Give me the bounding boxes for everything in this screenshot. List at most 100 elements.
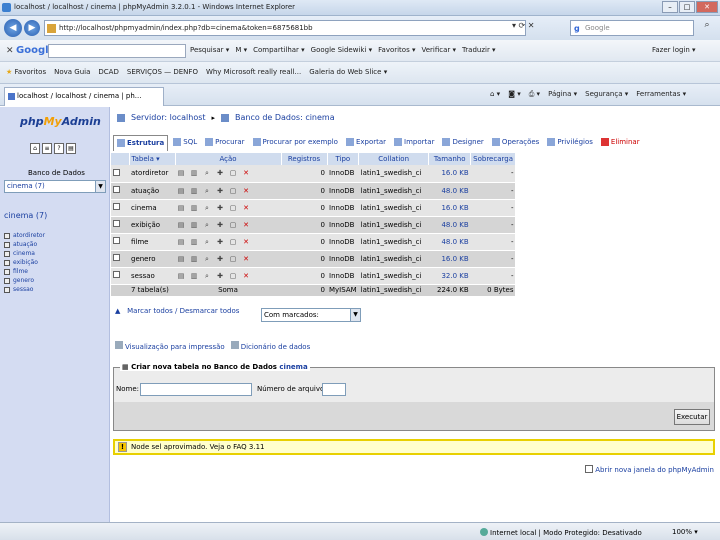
sidebar-item-genero[interactable]: genero xyxy=(4,276,45,285)
browse-icon[interactable]: ▤ xyxy=(177,255,185,263)
row-checkbox[interactable] xyxy=(113,271,120,278)
sql-icon[interactable]: ≡ xyxy=(42,143,52,154)
insert-icon[interactable]: ✚ xyxy=(216,169,224,177)
home-icon[interactable]: ⌂ ▾ xyxy=(490,90,500,99)
home-icon[interactable]: ⌂ xyxy=(30,143,40,154)
tab-sql[interactable]: SQL xyxy=(170,135,200,151)
db-select[interactable]: cinema (7) ▼ xyxy=(4,180,106,193)
sidebar-item-cinema[interactable]: cinema xyxy=(4,249,45,258)
sidebar-item-filme[interactable]: filme xyxy=(4,267,45,276)
row-size[interactable]: 16.0 KB xyxy=(428,250,471,268)
print-view-link[interactable]: Visualização para impressão xyxy=(115,341,225,351)
sidebar-item-sessao[interactable]: sessao xyxy=(4,285,45,294)
row-size[interactable]: 48.0 KB xyxy=(428,216,471,234)
header-tabela[interactable]: Tabela ▾ xyxy=(129,153,176,165)
search-icon[interactable]: ⌕ xyxy=(203,204,211,212)
search-icon[interactable]: ⌕ xyxy=(203,169,211,177)
new-window-link[interactable]: Abrir nova janela do phpMyAdmin xyxy=(585,465,714,474)
drop-icon[interactable]: ✕ xyxy=(242,187,250,195)
empty-icon[interactable]: ▢ xyxy=(229,255,237,263)
sidebar-item-exibicao[interactable]: exibição xyxy=(4,258,45,267)
breadcrumb-database[interactable]: Banco de Dados: cinema xyxy=(235,113,335,122)
back-button[interactable]: ◀ xyxy=(4,19,22,37)
drop-icon[interactable]: ✕ xyxy=(242,255,250,263)
insert-icon[interactable]: ✚ xyxy=(216,187,224,195)
insert-icon[interactable]: ✚ xyxy=(216,221,224,229)
row-table-name[interactable]: exibição xyxy=(129,216,175,234)
forward-button[interactable]: ▶ xyxy=(24,20,40,36)
search-input[interactable]: g Google xyxy=(570,20,694,36)
fav-dcad[interactable]: DCAD xyxy=(98,68,118,76)
row-checkbox[interactable] xyxy=(113,220,120,227)
row-table-name[interactable]: atuação xyxy=(129,182,175,200)
row-size[interactable]: 48.0 KB xyxy=(428,182,471,200)
gtool-mail[interactable]: M ▾ xyxy=(235,46,247,54)
with-selected-select[interactable]: Com marcados: ▼ xyxy=(261,308,361,322)
row-table-name[interactable]: genero xyxy=(129,250,175,268)
gtool-favorites[interactable]: Favoritos ▾ xyxy=(378,46,415,54)
cmd-tools[interactable]: Ferramentas ▾ xyxy=(636,90,686,99)
empty-icon[interactable]: ▢ xyxy=(229,221,237,229)
row-checkbox[interactable] xyxy=(113,186,120,193)
search-icon[interactable]: ⌕ xyxy=(698,20,716,36)
empty-icon[interactable]: ▢ xyxy=(229,272,237,280)
minimize-button[interactable]: – xyxy=(662,1,678,13)
row-size[interactable]: 16.0 KB xyxy=(428,165,471,183)
db-name-link[interactable]: cinema (7) xyxy=(4,211,47,220)
close-toolbar-icon[interactable]: ✕ xyxy=(6,46,14,56)
google-toolbar-search-input[interactable] xyxy=(48,44,186,58)
row-checkbox[interactable] xyxy=(113,254,120,261)
drop-icon[interactable]: ✕ xyxy=(242,272,250,280)
empty-icon[interactable]: ▢ xyxy=(229,169,237,177)
empty-icon[interactable]: ▢ xyxy=(229,187,237,195)
tab-eliminar[interactable]: Eliminar xyxy=(598,135,643,151)
search-icon[interactable]: ⌕ xyxy=(203,221,211,229)
zoom-level[interactable]: 100% ▾ xyxy=(672,528,698,536)
tab-procurar[interactable]: Procurar xyxy=(202,135,247,151)
search-icon[interactable]: ⌕ xyxy=(203,238,211,246)
browse-icon[interactable]: ▤ xyxy=(177,221,185,229)
search-icon[interactable]: ⌕ xyxy=(203,187,211,195)
browser-tab[interactable]: localhost / localhost / cinema | ph... xyxy=(4,87,164,106)
empty-icon[interactable]: ▢ xyxy=(229,238,237,246)
empty-icon[interactable]: ▢ xyxy=(229,204,237,212)
phpmyadmin-logo[interactable]: phpMyAdmin xyxy=(20,115,101,128)
drop-icon[interactable]: ✕ xyxy=(242,169,250,177)
browse-icon[interactable]: ▤ xyxy=(177,187,185,195)
tab-designer[interactable]: Designer xyxy=(439,135,486,151)
insert-icon[interactable]: ✚ xyxy=(216,238,224,246)
reload-icon[interactable]: ▤ xyxy=(66,143,76,154)
drop-icon[interactable]: ✕ xyxy=(242,238,250,246)
fields-count-input[interactable] xyxy=(322,383,346,396)
browse-icon[interactable]: ▤ xyxy=(177,169,185,177)
drop-icon[interactable]: ✕ xyxy=(242,221,250,229)
browse-icon[interactable]: ▤ xyxy=(177,272,185,280)
insert-icon[interactable]: ✚ xyxy=(216,204,224,212)
sidebar-item-atuacao[interactable]: atuação xyxy=(4,240,45,249)
tab-privilegios[interactable]: Privilégios xyxy=(544,135,596,151)
row-table-name[interactable]: sessao xyxy=(129,267,175,285)
address-input[interactable]: http://localhost/phpmyadmin/index.php?db… xyxy=(44,20,526,36)
breadcrumb-server[interactable]: Servidor: localhost xyxy=(131,113,206,122)
data-dictionary-link[interactable]: Dicionário de dados xyxy=(230,341,310,351)
fav-servicos[interactable]: SERVIÇOS — DENFO xyxy=(127,68,198,76)
row-table-name[interactable]: filme xyxy=(129,233,175,251)
fav-web-slice[interactable]: Galeria do Web Slice ▾ xyxy=(309,68,387,76)
row-checkbox[interactable] xyxy=(113,203,120,210)
tab-procurar-exemplo[interactable]: Procurar por exemplo xyxy=(250,135,341,151)
search-icon[interactable]: ⌕ xyxy=(203,272,211,280)
structure-icon[interactable]: ▥ xyxy=(190,272,198,280)
search-icon[interactable]: ⌕ xyxy=(203,255,211,263)
favorites-button[interactable]: ★ Favoritos xyxy=(6,68,46,76)
execute-button[interactable]: Executar xyxy=(674,409,710,425)
fav-why-microsoft[interactable]: Why Microsoft really reall... xyxy=(206,68,301,76)
sidebar-item-atordiretor[interactable]: atordiretor xyxy=(4,231,45,240)
structure-icon[interactable]: ▥ xyxy=(190,238,198,246)
fav-new-tab[interactable]: Nova Guia xyxy=(54,68,90,76)
security-zone[interactable]: Internet local | Modo Protegido: Desativ… xyxy=(480,528,642,537)
insert-icon[interactable]: ✚ xyxy=(216,255,224,263)
gtool-sidewiki[interactable]: Google Sidewiki ▾ xyxy=(311,46,372,54)
row-table-name[interactable]: atordiretor xyxy=(129,165,175,183)
structure-icon[interactable]: ▥ xyxy=(190,221,198,229)
maximize-button[interactable]: □ xyxy=(679,1,695,13)
